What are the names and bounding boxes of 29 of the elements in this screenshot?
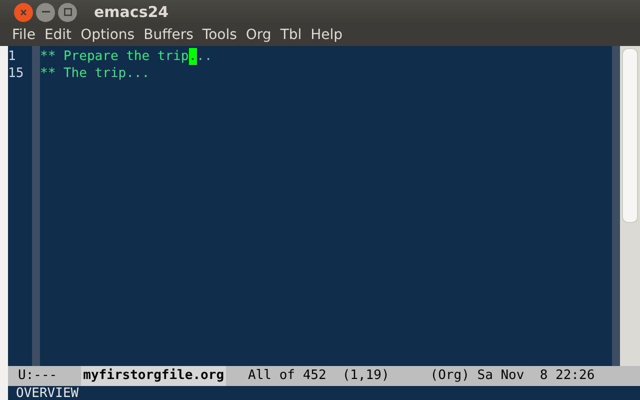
heading-text: ** Prepare the trip [40, 48, 189, 65]
close-button[interactable] [14, 2, 33, 22]
minimize-icon [42, 11, 50, 13]
menu-item[interactable]: Options [80, 24, 135, 46]
cursor-coordinates: (1,19) [342, 367, 390, 386]
menu-item[interactable]: Tbl [280, 24, 302, 46]
text-cursor: . [188, 48, 197, 65]
menu-item[interactable]: File [12, 24, 36, 46]
maximize-button[interactable] [58, 2, 77, 22]
menu-item[interactable]: Edit [44, 24, 72, 46]
ellipsis-text: .. [196, 48, 212, 65]
menu-item[interactable]: Buffers [144, 24, 194, 46]
menu-item[interactable]: Org [246, 24, 272, 46]
menu-item[interactable]: Tools [202, 24, 237, 46]
minimize-button[interactable] [36, 2, 55, 22]
buffer-name: myfirstorgfile.org [81, 366, 226, 386]
maximize-icon [64, 8, 72, 16]
modified-status: U:--- [18, 367, 58, 386]
heading-text: ** The trip... [40, 65, 150, 82]
scrollbar[interactable] [620, 46, 640, 366]
window-title: emacs24 [94, 2, 169, 23]
menu-item[interactable]: Help [310, 24, 343, 46]
close-icon [20, 8, 27, 16]
scrollbar-thumb[interactable] [622, 48, 638, 223]
buffer-position: All of 452 [248, 367, 326, 386]
line-number: 15 [8, 65, 24, 82]
mode-info: (Org) Sa Nov 8 22:26 [430, 367, 595, 386]
minibuffer-text: OVERVIEW [15, 386, 79, 400]
line-number: 1 [8, 48, 16, 65]
